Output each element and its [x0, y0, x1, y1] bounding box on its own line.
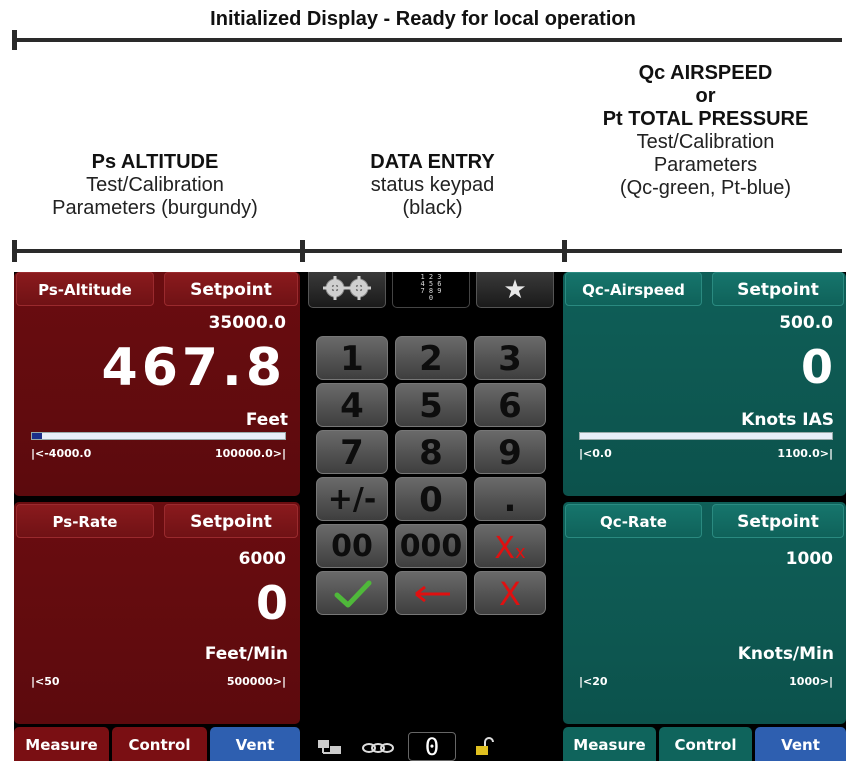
qc-caption-sub1: Test/Calibration — [636, 131, 775, 153]
ps-altitude-bar-fill — [32, 433, 43, 439]
section-tick-mid1 — [300, 240, 305, 262]
key-5[interactable]: 5 — [395, 383, 467, 427]
settings-gears-icon — [323, 276, 371, 300]
qc-caption-sub3: (Qc-green, Pt-blue) — [619, 177, 792, 199]
left-tab-control[interactable]: Control — [112, 727, 207, 761]
qc-caption: Qc AIRSPEED or Pt TOTAL PRESSURE Test/Ca… — [565, 62, 846, 200]
lock-status[interactable] — [474, 737, 498, 757]
qc-rate-panel[interactable]: Qc-Rate Setpoint 1000 Knots/Min |<20 100… — [563, 502, 846, 724]
link-status[interactable] — [360, 737, 396, 757]
ps-altitude-setpoint-button[interactable]: Setpoint — [164, 272, 298, 306]
qc-rate-name-button[interactable]: Qc-Rate — [565, 504, 702, 538]
ps-rate-unit[interactable]: Feet/Min — [205, 644, 288, 664]
qc-airspeed-setpoint-value[interactable]: 500.0 — [779, 313, 833, 333]
qc-airspeed-range-min: |<0.0 — [579, 447, 612, 460]
checkmark-icon — [334, 580, 372, 608]
qc-rate-range-max: 1000>| — [789, 675, 833, 688]
key-4[interactable]: 4 — [316, 383, 388, 427]
section-tick-mid2 — [562, 240, 567, 262]
right-tab-vent[interactable]: Vent — [755, 727, 846, 761]
ps-altitude-panel[interactable]: Ps-Altitude Setpoint 35000.0 467.8 Feet … — [14, 272, 300, 496]
clear-all-x-small: x — [514, 542, 526, 563]
ps-altitude-range-min: |<-4000.0 — [31, 447, 92, 460]
ps-altitude-name-button[interactable]: Ps-Altitude — [16, 272, 154, 306]
key-1[interactable]: 1 — [316, 336, 388, 380]
key-0[interactable]: 0 — [395, 477, 467, 521]
qc-caption-title2: or — [695, 85, 716, 107]
ps-caption-sub2: Parameters (burgundy) — [52, 197, 258, 219]
dataentry-caption-sub1: status keypad — [370, 174, 495, 196]
left-tab-vent[interactable]: Vent — [210, 727, 300, 761]
ps-caption-title: Ps ALTITUDE — [91, 151, 219, 173]
key-triple-zero[interactable]: 000 — [395, 524, 467, 568]
qc-airspeed-range-max: 1100.0>| — [777, 447, 833, 460]
header-range-line — [12, 38, 842, 42]
ps-caption: Ps ALTITUDE Test/Calibration Parameters … — [10, 151, 300, 220]
ps-altitude-range-max: 100000.0>| — [215, 447, 286, 460]
ps-rate-reading: 0 — [255, 576, 288, 630]
key-9[interactable]: 9 — [474, 430, 546, 474]
network-icon — [318, 740, 341, 754]
ps-caption-sub1: Test/Calibration — [86, 174, 224, 196]
ps-rate-name-button[interactable]: Ps-Rate — [16, 504, 154, 538]
key-plus-minus[interactable]: +/- — [316, 477, 388, 521]
key-backspace[interactable] — [395, 571, 467, 615]
qc-caption-title1: Qc AIRSPEED — [638, 62, 773, 84]
ps-rate-range-min: |<50 — [31, 675, 60, 688]
section-tick-left — [12, 240, 17, 262]
left-tab-measure[interactable]: Measure — [14, 727, 109, 761]
ps-rate-range-max: 500000>| — [226, 675, 286, 688]
ps-rate-setpoint-button[interactable]: Setpoint — [164, 504, 298, 538]
settings-button[interactable] — [308, 272, 386, 308]
ps-altitude-reading: 467.8 — [101, 338, 286, 398]
qc-rate-range-min: |<20 — [579, 675, 608, 688]
zero-status-label: 0 — [424, 733, 440, 761]
key-6[interactable]: 6 — [474, 383, 546, 427]
ps-rate-setpoint-value[interactable]: 6000 — [239, 549, 286, 569]
qc-rate-unit[interactable]: Knots/Min — [738, 644, 834, 664]
key-accept[interactable] — [316, 571, 388, 615]
qc-caption-sub2: Parameters — [653, 154, 758, 176]
figure-title: Initialized Display - Ready for local op… — [210, 8, 636, 30]
key-8[interactable]: 8 — [395, 430, 467, 474]
clear-all-x: X — [494, 531, 515, 566]
key-cancel[interactable]: X — [474, 571, 546, 615]
key-3[interactable]: 3 — [474, 336, 546, 380]
qc-airspeed-reading: 0 — [800, 340, 833, 394]
qc-airspeed-setpoint-button[interactable]: Setpoint — [712, 272, 844, 306]
header-range-tick — [12, 30, 17, 50]
numeric-keypad-icon: 1 2 34 5 67 8 90 — [420, 273, 442, 302]
numeric-keypad-button[interactable]: 1 2 34 5 67 8 90 — [392, 272, 470, 308]
key-7[interactable]: 7 — [316, 430, 388, 474]
key-decimal[interactable]: . — [474, 477, 546, 521]
dataentry-caption-sub2: (black) — [402, 197, 463, 219]
qc-caption-title3: Pt TOTAL PRESSURE — [602, 108, 809, 130]
section-divider-line — [12, 249, 842, 253]
qc-rate-setpoint-button[interactable]: Setpoint — [712, 504, 844, 538]
ps-altitude-setpoint-value[interactable]: 35000.0 — [209, 313, 286, 333]
dataentry-caption-title: DATA ENTRY — [370, 151, 495, 173]
key-clear-all[interactable]: Xx — [474, 524, 546, 568]
ps-rate-panel[interactable]: Ps-Rate Setpoint 6000 0 Feet/Min |<50 50… — [14, 502, 300, 724]
chain-link-icon — [362, 743, 394, 753]
ps-altitude-unit[interactable]: Feet — [246, 410, 288, 430]
qc-airspeed-name-button[interactable]: Qc-Airspeed — [565, 272, 702, 306]
qc-rate-setpoint-value[interactable]: 1000 — [786, 549, 833, 569]
unlock-icon — [476, 737, 494, 755]
dataentry-caption: DATA ENTRY status keypad (black) — [300, 151, 565, 220]
qc-airspeed-range-bar — [579, 432, 833, 440]
favorites-star-icon: ★ — [503, 274, 527, 304]
zero-status-button[interactable]: 0 — [408, 732, 456, 761]
key-double-zero[interactable]: 00 — [316, 524, 388, 568]
key-2[interactable]: 2 — [395, 336, 467, 380]
ps-altitude-range-bar — [31, 432, 286, 440]
favorites-button[interactable]: ★ — [476, 272, 554, 308]
network-status[interactable] — [316, 737, 346, 757]
qc-airspeed-unit[interactable]: Knots IAS — [741, 410, 834, 430]
right-tab-control[interactable]: Control — [659, 727, 752, 761]
qc-airspeed-panel[interactable]: Qc-Airspeed Setpoint 500.0 0 Knots IAS |… — [563, 272, 846, 496]
left-arrow-icon — [415, 585, 450, 603]
right-tab-measure[interactable]: Measure — [563, 727, 656, 761]
